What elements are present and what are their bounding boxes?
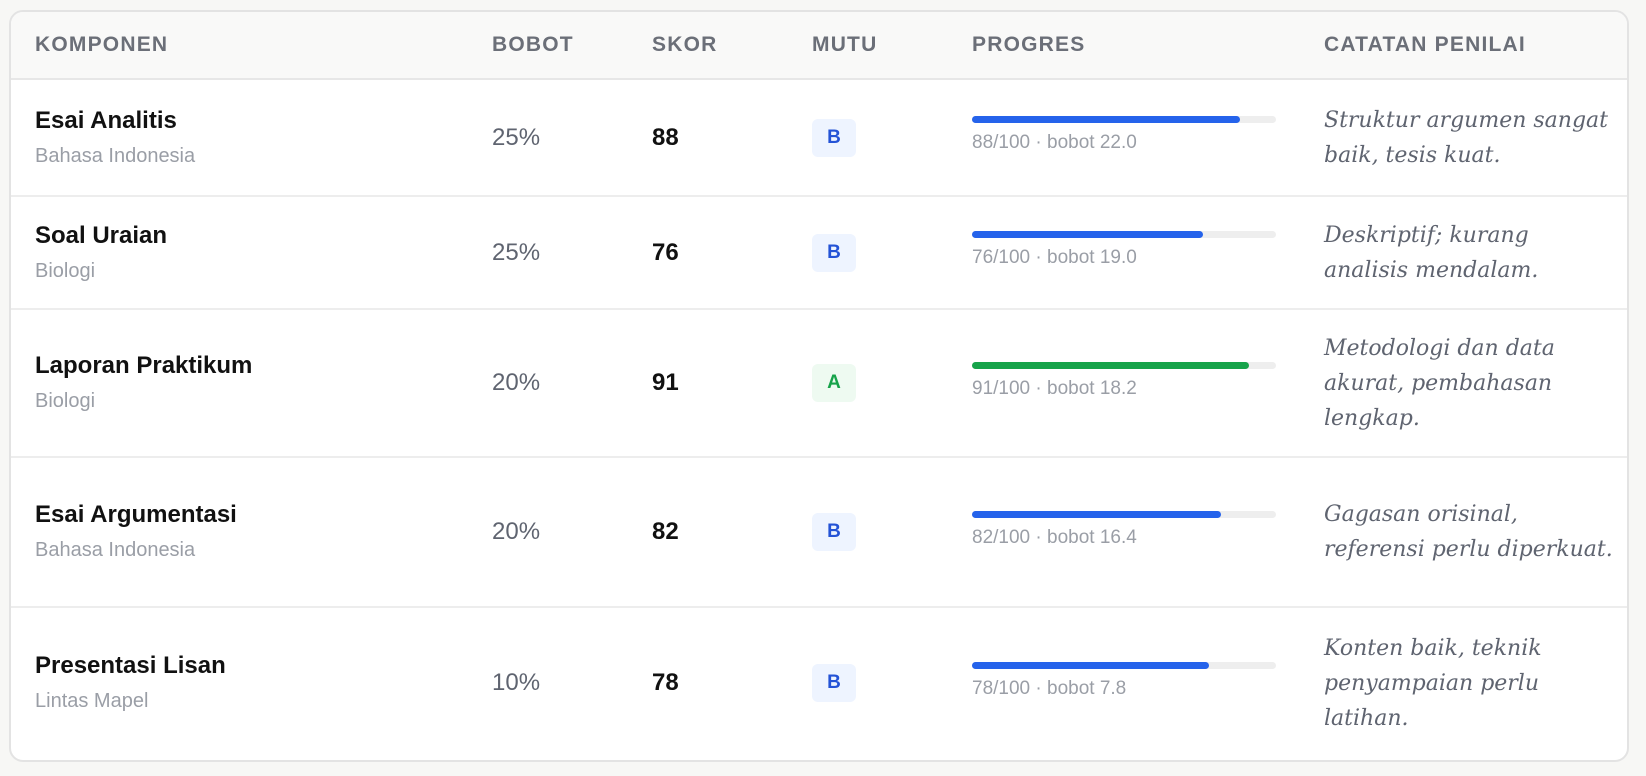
progress-cell: 91/100 · bobot 18.2 — [972, 310, 1278, 456]
progress-track — [972, 231, 1276, 238]
component-subject: Biologi — [35, 390, 96, 412]
grade-badge: A — [812, 364, 856, 402]
component-cell: Laporan Praktikum Biologi — [35, 310, 252, 456]
component-cell: Esai Analitis Bahasa Indonesia — [35, 80, 195, 195]
component-name: Presentasi Lisan — [35, 652, 226, 679]
progress-fill — [972, 116, 1240, 123]
progress-track — [972, 116, 1276, 123]
assessor-note: Deskriptif; kurang analisis mendalam. — [1324, 222, 1539, 283]
assessor-note: Metodologi dan data akurat, pembahasan l… — [1324, 335, 1555, 431]
score-value: 78 — [652, 669, 679, 696]
component-subject: Bahasa Indonesia — [35, 539, 196, 561]
component-subject: Biologi — [35, 259, 96, 282]
component-cell: Presentasi Lisan Lintas Mapel — [35, 608, 226, 758]
weight-value: 20% — [492, 369, 541, 396]
progress-text: 82/100 · bobot 16.4 — [972, 526, 1137, 548]
table-row[interactable]: Presentasi Lisan Lintas Mapel 10% 78 B 7… — [11, 608, 1627, 758]
score-value: 88 — [652, 123, 679, 151]
score-value: 82 — [652, 518, 679, 545]
header-catatan[interactable]: CATATAN PENILAI — [1324, 12, 1526, 78]
weight-value: 20% — [492, 518, 541, 545]
grade-cell: B — [812, 458, 856, 606]
grade-badge: B — [812, 513, 856, 551]
weight-value: 25% — [492, 238, 541, 266]
header-progres[interactable]: PROGRES — [972, 12, 1085, 78]
grade-badge: B — [812, 664, 856, 702]
progress-fill — [972, 361, 1249, 369]
progress-cell: 76/100 · bobot 19.0 — [972, 197, 1278, 308]
progress-cell: 78/100 · bobot 7.8 — [972, 608, 1278, 758]
assessor-note: Konten baik, teknik penyampaian perlu la… — [1324, 635, 1542, 731]
score-value: 91 — [652, 369, 679, 396]
grade-cell: B — [812, 197, 856, 308]
progress-text: 78/100 · bobot 7.8 — [972, 677, 1127, 699]
progress-text: 88/100 · bobot 22.0 — [972, 132, 1137, 153]
progress-track — [972, 361, 1276, 369]
component-name: Soal Uraian — [35, 221, 168, 249]
grade-cell: B — [812, 608, 856, 758]
progress-text: 91/100 · bobot 18.2 — [972, 377, 1137, 399]
assessor-note: Gagasan orisinal, referensi perlu diperk… — [1324, 502, 1613, 562]
assessor-note: Struktur argumen sangat baik, tesis kuat… — [1324, 107, 1608, 168]
component-name: Esai Analitis — [35, 106, 177, 134]
grading-table: KOMPONEN BOBOT SKOR MUTU PROGRES CATATAN… — [9, 10, 1629, 762]
table-row[interactable]: Esai Argumentasi Bahasa Indonesia 20% 82… — [11, 458, 1627, 608]
component-cell: Soal Uraian Biologi — [35, 197, 167, 308]
progress-fill — [972, 231, 1204, 238]
weight-value: 10% — [492, 669, 541, 696]
table-row[interactable]: Soal Uraian Biologi 25% 76 B 76/100 · bo… — [11, 197, 1627, 310]
grade-cell: A — [812, 310, 856, 456]
progress-fill — [972, 510, 1222, 518]
progress-cell: 88/100 · bobot 22.0 — [972, 80, 1278, 195]
grade-cell: B — [812, 80, 856, 195]
component-name: Laporan Praktikum — [35, 352, 253, 379]
table-body: Esai Analitis Bahasa Indonesia 25% 88 B … — [11, 80, 1627, 758]
table-row[interactable]: Laporan Praktikum Biologi 20% 91 A 91/10… — [11, 310, 1627, 458]
component-name: Esai Argumentasi — [35, 501, 237, 528]
progress-cell: 82/100 · bobot 16.4 — [972, 458, 1278, 606]
progress-track — [972, 661, 1276, 669]
component-subject: Lintas Mapel — [35, 690, 149, 712]
table-row[interactable]: Esai Analitis Bahasa Indonesia 25% 88 B … — [11, 80, 1627, 197]
weight-value: 25% — [492, 123, 541, 151]
component-subject: Bahasa Indonesia — [35, 144, 196, 167]
progress-track — [972, 510, 1276, 518]
header-bobot[interactable]: BOBOT — [492, 12, 574, 78]
progress-text: 76/100 · bobot 19.0 — [972, 247, 1137, 268]
grade-badge: B — [812, 233, 856, 272]
header-mutu[interactable]: MUTU — [812, 12, 877, 78]
component-cell: Esai Argumentasi Bahasa Indonesia — [35, 458, 237, 606]
header-komponen[interactable]: KOMPONEN — [35, 12, 168, 78]
progress-fill — [972, 661, 1210, 669]
score-value: 76 — [652, 238, 679, 266]
table-header: KOMPONEN BOBOT SKOR MUTU PROGRES CATATAN… — [11, 12, 1627, 80]
header-skor[interactable]: SKOR — [652, 12, 717, 78]
grade-badge: B — [812, 118, 856, 157]
